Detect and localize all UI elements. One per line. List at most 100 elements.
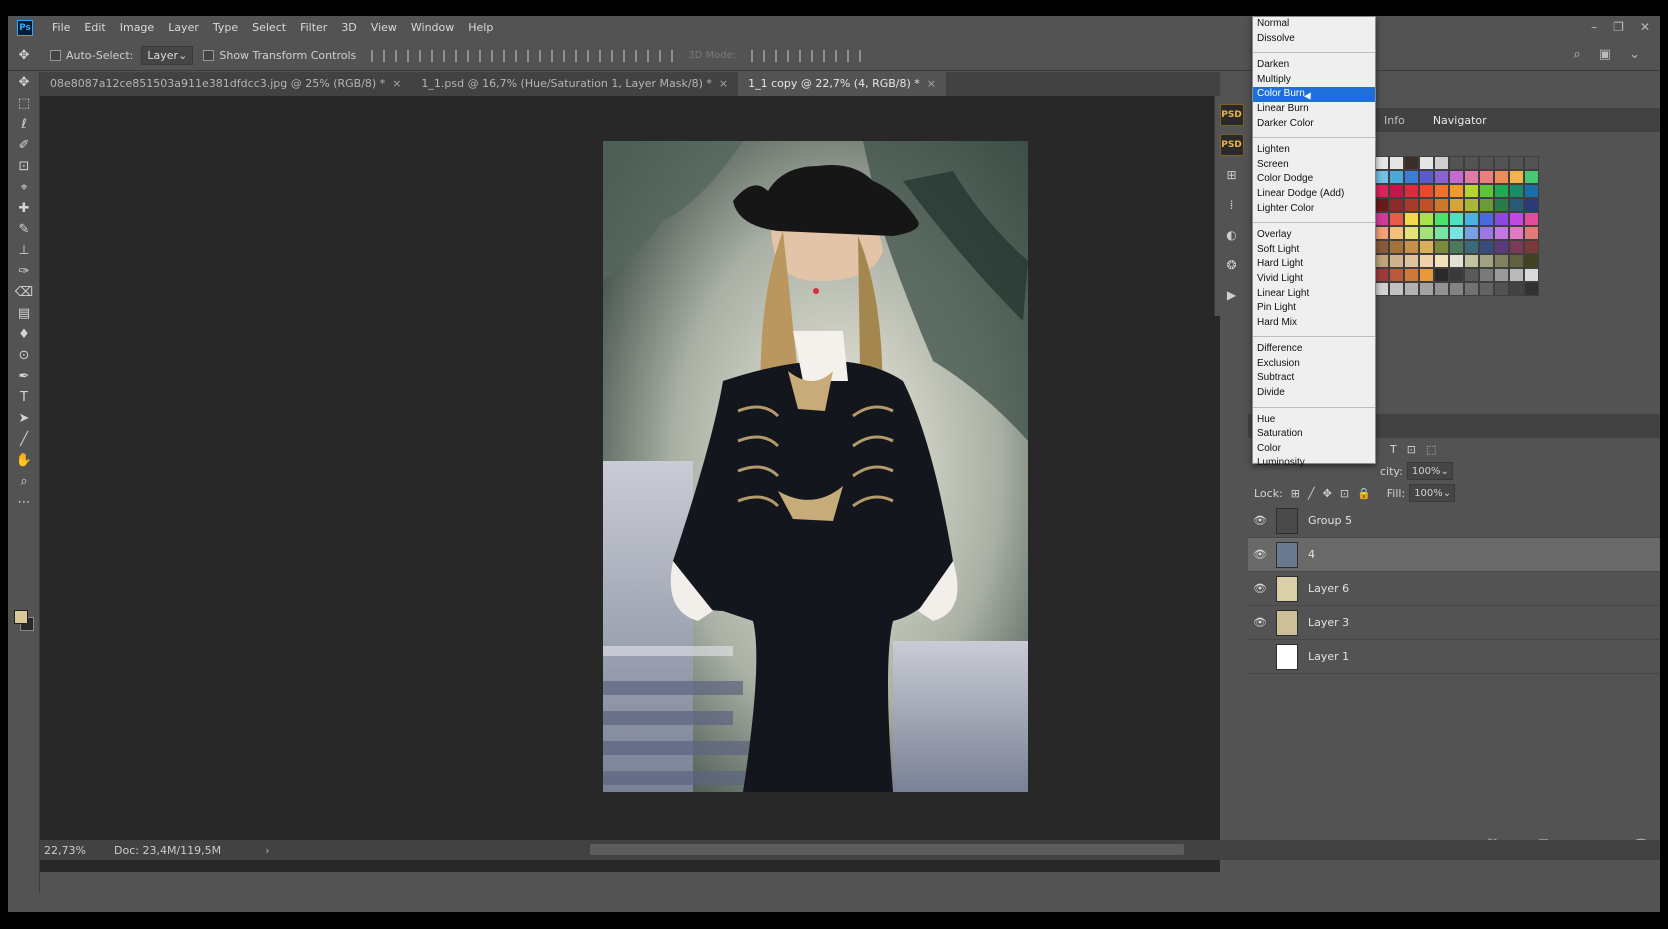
- blend-mode-option[interactable]: Linear Dodge (Add): [1253, 187, 1375, 202]
- auto-align-icon[interactable]: [659, 49, 674, 62]
- properties-icon[interactable]: ❂: [1220, 254, 1244, 276]
- close-icon[interactable]: ×: [392, 77, 401, 90]
- color-swatch[interactable]: [1419, 268, 1434, 282]
- color-swatch[interactable]: [1479, 240, 1494, 254]
- color-swatch[interactable]: [1464, 212, 1479, 226]
- distribute-left-icon[interactable]: [587, 49, 602, 62]
- foreground-color-swatch[interactable]: [14, 610, 28, 624]
- align-left-icon[interactable]: [443, 49, 458, 62]
- quick-select-tool-icon[interactable]: ✐: [8, 135, 40, 156]
- color-swatch[interactable]: [1374, 268, 1389, 282]
- blend-mode-option[interactable]: Linear Burn: [1253, 102, 1375, 117]
- blend-mode-option[interactable]: Darken: [1253, 58, 1375, 73]
- color-swatch[interactable]: [1449, 226, 1464, 240]
- color-swatch[interactable]: [1509, 240, 1524, 254]
- eraser-tool-icon[interactable]: ⌫: [8, 282, 40, 303]
- type-tool-icon[interactable]: T: [8, 387, 40, 408]
- pen-tool-icon[interactable]: ✒: [8, 366, 40, 387]
- move-tool-icon[interactable]: ✥: [8, 72, 40, 93]
- color-swatch[interactable]: [1434, 170, 1449, 184]
- blend-mode-option[interactable]: Difference: [1253, 342, 1375, 357]
- blend-mode-option[interactable]: Soft Light: [1253, 243, 1375, 258]
- menu-3d[interactable]: 3D: [334, 16, 363, 39]
- 3d-roll-icon[interactable]: [775, 49, 790, 62]
- blend-mode-option[interactable]: Multiply: [1253, 73, 1375, 88]
- distribute-top-icon[interactable]: [515, 49, 530, 62]
- blend-mode-option[interactable]: Color: [1253, 442, 1375, 457]
- workspace-icon[interactable]: ▣: [1599, 47, 1611, 62]
- layer-row[interactable]: 👁 4: [1248, 538, 1660, 572]
- auto-select-checkbox[interactable]: [50, 50, 61, 61]
- color-swatch[interactable]: [1404, 268, 1419, 282]
- color-swatch[interactable]: [1434, 268, 1449, 282]
- align-top-icon[interactable]: [371, 49, 386, 62]
- artwork-image[interactable]: [603, 141, 1028, 792]
- smart-filter-icon[interactable]: ⬚: [1426, 443, 1436, 456]
- color-swatch[interactable]: [1434, 184, 1449, 198]
- color-swatch[interactable]: [1389, 226, 1404, 240]
- color-swatch[interactable]: [1494, 268, 1509, 282]
- color-swatch[interactable]: [1449, 212, 1464, 226]
- color-swatch[interactable]: [1494, 198, 1509, 212]
- color-swatch[interactable]: [1479, 282, 1494, 296]
- blend-mode-option[interactable]: Divide: [1253, 386, 1375, 401]
- crop-tool-icon[interactable]: ⊡: [8, 156, 40, 177]
- color-swatch[interactable]: [1404, 282, 1419, 296]
- chevron-down-icon[interactable]: ⌄: [1629, 47, 1640, 62]
- blend-mode-option[interactable]: Darker Color: [1253, 117, 1375, 132]
- color-swatch[interactable]: [1389, 240, 1404, 254]
- color-swatch[interactable]: [1464, 170, 1479, 184]
- tab-document-2[interactable]: 1_1.psd @ 16,7% (Hue/Saturation 1, Layer…: [411, 72, 739, 96]
- distribute-vcenter-icon[interactable]: [539, 49, 554, 62]
- marquee-tool-icon[interactable]: ⬚: [8, 93, 40, 114]
- minimize-button[interactable]: –: [1591, 16, 1597, 39]
- psd-icon[interactable]: PSD: [1219, 104, 1244, 126]
- blend-mode-option[interactable]: Vivid Light: [1253, 272, 1375, 287]
- 3d-rotate-icon[interactable]: [751, 49, 766, 62]
- close-button[interactable]: ✕: [1640, 16, 1650, 39]
- blend-mode-option[interactable]: Color Burn: [1253, 87, 1375, 102]
- 3d-scale-icon[interactable]: [847, 49, 862, 62]
- color-swatch[interactable]: [1434, 156, 1449, 170]
- color-swatch[interactable]: [1494, 254, 1509, 268]
- color-swatch[interactable]: [1494, 170, 1509, 184]
- color-swatch[interactable]: [1434, 240, 1449, 254]
- eye-icon[interactable]: 👁: [1248, 582, 1272, 595]
- menu-select[interactable]: Select: [245, 16, 293, 39]
- line-tool-icon[interactable]: ╱: [8, 429, 40, 450]
- lasso-tool-icon[interactable]: ℓ: [8, 114, 40, 135]
- menu-filter[interactable]: Filter: [293, 16, 334, 39]
- histogram-icon[interactable]: ⊞: [1220, 164, 1244, 186]
- lock-pixels-icon[interactable]: ⊞: [1291, 487, 1300, 500]
- menu-view[interactable]: View: [364, 16, 404, 39]
- blend-mode-option[interactable]: Pin Light: [1253, 301, 1375, 316]
- color-swatch[interactable]: [1479, 268, 1494, 282]
- color-swatch[interactable]: [1404, 226, 1419, 240]
- color-swatch[interactable]: [1479, 156, 1494, 170]
- color-swatch[interactable]: [1449, 184, 1464, 198]
- color-swatch[interactable]: [1479, 254, 1494, 268]
- color-swatch[interactable]: [1524, 282, 1539, 296]
- blend-mode-option[interactable]: Lighten: [1253, 143, 1375, 158]
- color-swatch[interactable]: [1479, 170, 1494, 184]
- color-swatch[interactable]: [1389, 184, 1404, 198]
- close-icon[interactable]: ×: [719, 77, 728, 90]
- color-swatch[interactable]: [1509, 156, 1524, 170]
- hand-tool-icon[interactable]: ✋: [8, 450, 40, 471]
- color-swatch[interactable]: [1509, 212, 1524, 226]
- align-vcenter-icon[interactable]: [395, 49, 410, 62]
- color-swatch[interactable]: [1524, 254, 1539, 268]
- menu-type[interactable]: Type: [206, 16, 245, 39]
- history-brush-tool-icon[interactable]: ✑: [8, 261, 40, 282]
- layer-row[interactable]: 👁 Layer 3: [1248, 606, 1660, 640]
- path-select-tool-icon[interactable]: ➤: [8, 408, 40, 429]
- clone-stamp-tool-icon[interactable]: ⊥: [8, 240, 40, 261]
- play-icon[interactable]: ▶: [1220, 284, 1244, 306]
- color-swatch[interactable]: [1509, 184, 1524, 198]
- color-swatch[interactable]: [1389, 268, 1404, 282]
- color-swatch[interactable]: [1464, 254, 1479, 268]
- blur-tool-icon[interactable]: ♦: [8, 324, 40, 345]
- color-swatch[interactable]: [1389, 254, 1404, 268]
- color-swatch[interactable]: [1404, 156, 1419, 170]
- healing-brush-tool-icon[interactable]: ✚: [8, 198, 40, 219]
